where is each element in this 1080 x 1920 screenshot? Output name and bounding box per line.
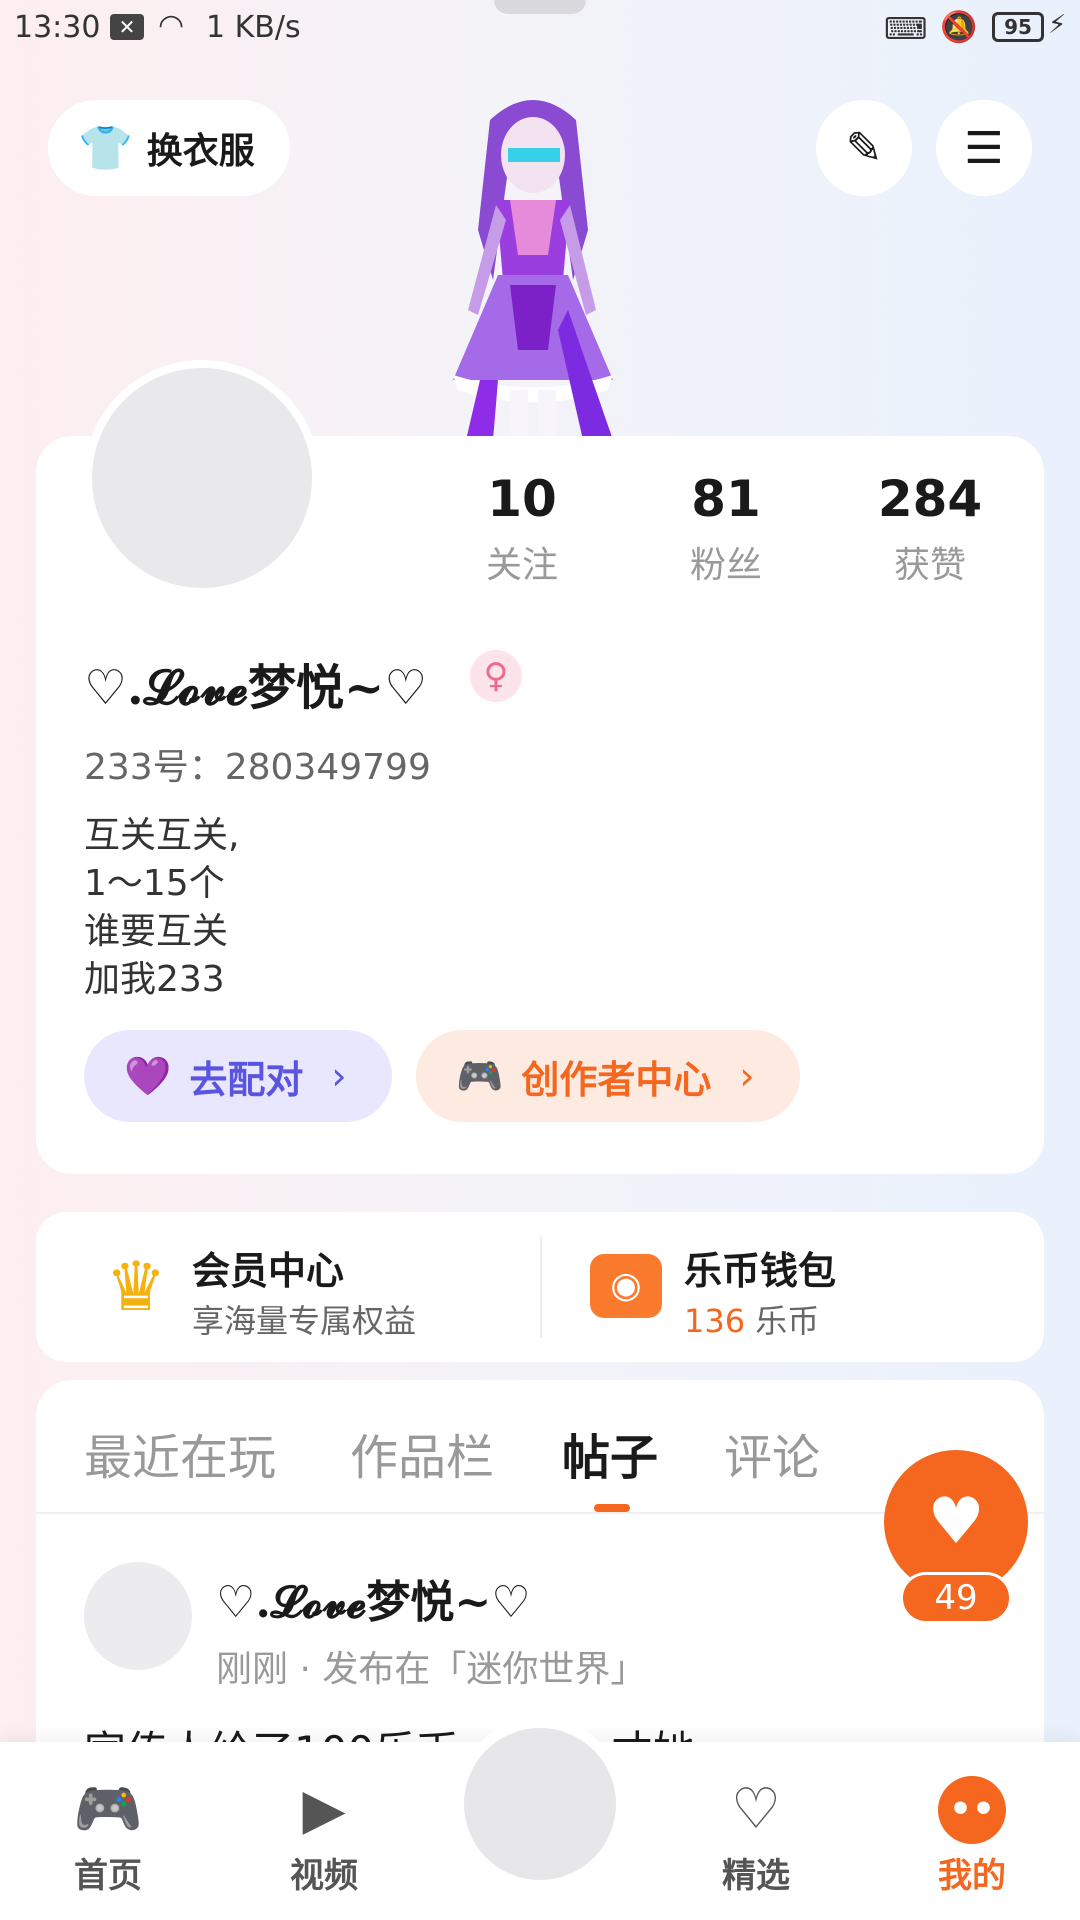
heart-icon: ♥ [927,1485,985,1559]
post-meta: 刚刚 · 发布在「迷你世界」 [216,1649,647,1690]
chevron-right-icon: › [331,1054,347,1098]
following-stat[interactable]: 10 关注 [422,470,622,588]
fans-stat[interactable]: 81 粉丝 [626,470,826,588]
face-icon: •• [938,1776,1006,1844]
pen-icon: ✎ [845,122,883,174]
charging-icon: ⚡ [1048,10,1067,40]
crown-icon[interactable]: ♛ [96,1248,176,1327]
heart-nav-icon: ♡ [730,1777,782,1842]
nav-video[interactable]: ▶ 视频 [244,1772,404,1897]
like-count: 49 [900,1572,1012,1624]
top-handle [494,0,586,14]
edit-profile-button[interactable]: ✎ [816,100,912,196]
bio-line: 1～15个 [84,863,225,904]
pair-button[interactable]: 💜 去配对 › [84,1030,392,1122]
menu-button[interactable]: ☰ [936,100,1032,196]
tab-works[interactable]: 作品栏 [350,1418,494,1488]
vip-center-subtitle: 享海量专属权益 [192,1302,417,1340]
bio-line: 加我233 [84,959,225,1000]
avatar-character[interactable] [398,80,668,440]
fans-count: 81 [691,470,761,528]
profile-nickname: ♡.𝓛𝓸𝓿𝓮梦悦~♡ [84,660,428,716]
wallet-amount: 136 [684,1302,746,1340]
wallet-balance: 136 乐币 [684,1296,819,1342]
outfit-label: 换衣服 [146,131,255,172]
wallet-title[interactable]: 乐币钱包 [684,1240,836,1295]
nav-mine-label: 我的 [938,1856,1006,1896]
hamburger-icon: ☰ [964,122,1004,174]
center-avatar-button[interactable] [454,1718,626,1890]
wallet-icon[interactable]: ◉ [590,1254,662,1318]
nav-home-label: 首页 [74,1856,142,1896]
mute-icon: 🔕 [940,10,978,45]
profile-avatar[interactable] [84,360,320,596]
nav-mine[interactable]: •• 我的 [892,1772,1052,1897]
following-label: 关注 [485,545,558,586]
gamepad-nav-icon: 🎮 [73,1777,143,1842]
creator-center-button[interactable]: 🎮 创作者中心 › [416,1030,800,1122]
change-outfit-button[interactable]: 👕 换衣服 [48,100,290,196]
nav-featured-label: 精选 [722,1856,790,1896]
gamepad-status-icon: ⌨ [884,12,928,47]
profile-bio: 互关互关, 1～15个 谁要互关 加我233 [84,812,239,1004]
vip-center-title[interactable]: 会员中心 [192,1240,344,1295]
creator-label: 创作者中心 [521,1057,712,1102]
tab-posts[interactable]: 帖子 [562,1418,658,1488]
active-tab-indicator [594,1504,630,1512]
likes-label: 获赞 [893,545,966,586]
status-time: 13:30 [14,10,101,45]
pair-label: 去配对 [189,1057,304,1102]
nav-video-label: 视频 [290,1856,358,1896]
post-author-avatar[interactable] [84,1562,192,1670]
card-divider [540,1236,542,1338]
bio-line: 互关互关, [84,815,240,856]
fans-label: 粉丝 [689,545,762,586]
hearts-icon: 💜 [124,1053,172,1098]
wifi-icon: ◠ [158,8,185,43]
chevron-right-icon: › [739,1054,755,1098]
nav-home[interactable]: 🎮 首页 [28,1772,188,1897]
battery-indicator: 95 [992,12,1044,42]
play-icon: ▶ [302,1777,346,1842]
likes-stat[interactable]: 284 获赞 [830,470,1030,588]
tab-comments[interactable]: 评论 [724,1418,820,1488]
nav-featured[interactable]: ♡ 精选 [676,1772,836,1897]
network-speed: 1 KB/s [206,10,301,45]
tab-recently-played[interactable]: 最近在玩 [84,1418,276,1488]
post-author-name[interactable]: ♡.𝓛𝓸𝓿𝓮梦悦~♡ [216,1566,531,1630]
following-count: 10 [487,470,557,528]
gamepad-icon: 🎮 [456,1053,504,1098]
wallet-unit: 乐币 [755,1302,820,1340]
female-icon: ♀ [470,650,522,702]
notification-icon: ✕ [110,14,144,40]
likes-count: 284 [877,470,983,528]
shirt-icon: 👕 [78,123,133,174]
bio-line: 谁要互关 [84,911,229,952]
user-id: 233号：280349799 [84,747,431,788]
